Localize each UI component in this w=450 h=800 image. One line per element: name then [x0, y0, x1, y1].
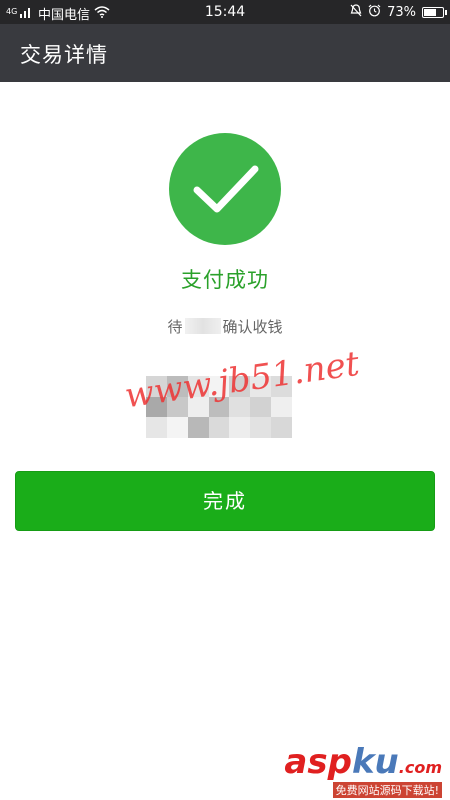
battery-icon [422, 7, 447, 18]
mosaic-tile [271, 417, 292, 438]
blurred-name [184, 318, 221, 334]
confirm-prefix: 待 [167, 318, 183, 336]
payment-status: 支付成功 [181, 268, 269, 292]
mosaic-tile [187, 417, 209, 438]
confirm-message: 待 确认收钱 [0, 316, 450, 337]
mute-icon [350, 4, 362, 21]
battery-fill [424, 9, 437, 16]
mosaic-tile [250, 396, 272, 418]
status-bar: 4G 中国电信 15:44 73% [0, 0, 450, 24]
mosaic-tile [146, 417, 167, 438]
battery-percent: 73% [387, 5, 416, 20]
status-right: 73% [350, 4, 447, 21]
mosaic-tile [166, 417, 188, 438]
checkmark-icon [193, 165, 259, 213]
page-title: 交易详情 [20, 43, 108, 67]
success-circle [169, 133, 281, 245]
done-button[interactable]: 完成 [15, 471, 435, 531]
aspku-tagline: 免费网站源码下载站! [332, 782, 442, 798]
aspku-logo: aspku.com [284, 742, 442, 782]
alarm-icon [368, 4, 381, 21]
logo-part-ku: ku [351, 742, 399, 782]
title-bar: 交易详情 [0, 24, 450, 82]
mosaic-tile [271, 396, 292, 418]
logo-part-asp: asp [284, 742, 352, 782]
mosaic-tile [208, 417, 230, 438]
confirm-suffix: 确认收钱 [222, 318, 283, 336]
mosaic-tile [229, 417, 251, 438]
logo-part-com: .com [398, 758, 442, 777]
mosaic-tile [250, 417, 272, 438]
